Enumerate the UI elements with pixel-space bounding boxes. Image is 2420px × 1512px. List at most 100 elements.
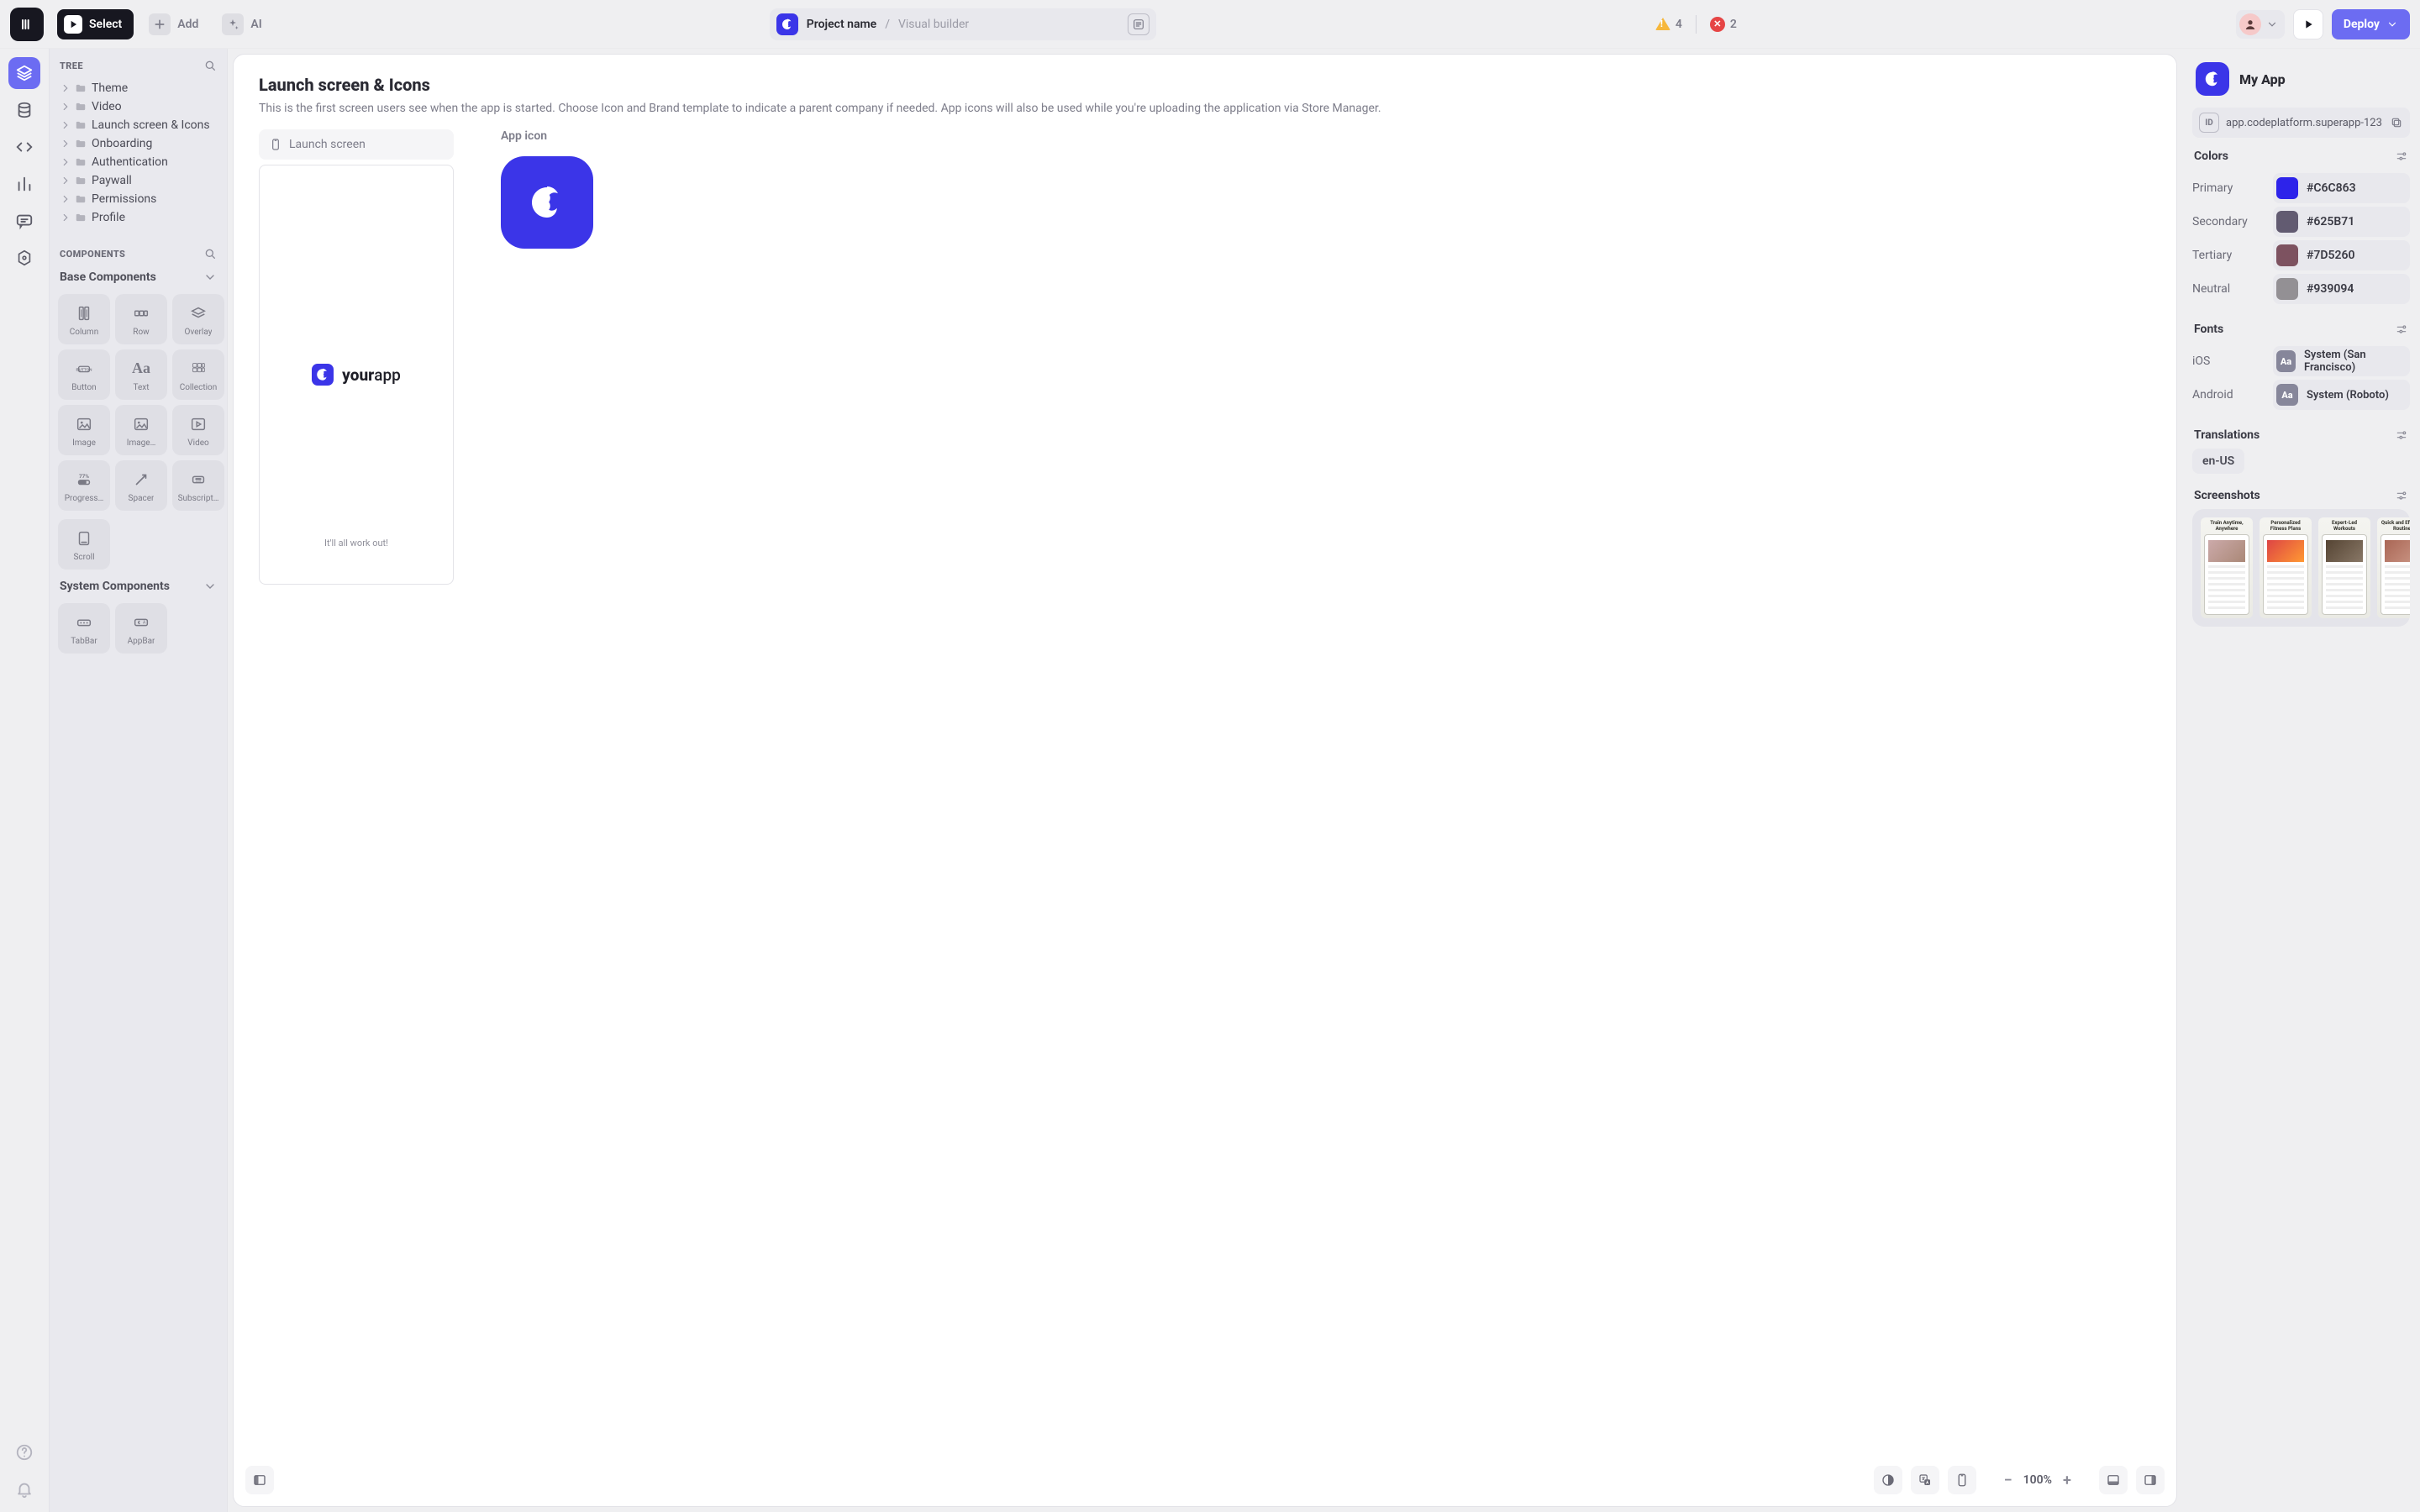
comp-subscription[interactable]: Subscript… xyxy=(172,460,224,511)
search-icon[interactable] xyxy=(203,59,217,72)
font-badge: Aa xyxy=(2276,384,2298,406)
artboard-label-text: Launch screen xyxy=(289,138,366,151)
nav-code[interactable] xyxy=(8,131,40,163)
tree-item-video[interactable]: Video xyxy=(55,97,222,116)
theme-toggle[interactable] xyxy=(1874,1466,1902,1494)
sliders-icon[interactable] xyxy=(2395,150,2408,163)
account-menu[interactable] xyxy=(2236,10,2285,39)
zoom-in[interactable]: + xyxy=(2060,1472,2074,1489)
canvas-area: Launch screen & Icons This is the first … xyxy=(228,49,2182,1512)
tree-item-permissions[interactable]: Permissions xyxy=(55,190,222,208)
comp-row[interactable]: Row xyxy=(115,294,167,344)
tree-item-auth[interactable]: Authentication xyxy=(55,153,222,171)
left-panel-toggle[interactable] xyxy=(245,1466,274,1494)
comp-tabbar[interactable]: TabBar xyxy=(58,603,110,654)
app-logo[interactable] xyxy=(10,8,44,41)
screenshot-3[interactable]: Expert-Led Workouts xyxy=(2318,517,2370,618)
comp-appbar[interactable]: AppBar xyxy=(115,603,167,654)
base-components-header[interactable]: Base Components xyxy=(50,265,227,289)
fonts-header: Fonts xyxy=(2194,323,2223,336)
launch-preview[interactable]: yourapp It'll all work out! xyxy=(259,165,454,585)
copy-id[interactable] xyxy=(2390,116,2403,129)
errors-count: 2 xyxy=(1730,18,1737,31)
chevron-down-icon xyxy=(203,580,217,593)
list-icon[interactable] xyxy=(1128,13,1150,35)
tool-add[interactable]: Add xyxy=(140,9,207,39)
deploy-button[interactable]: Deploy xyxy=(2332,9,2410,39)
bottom-panel-toggle[interactable] xyxy=(2099,1466,2128,1494)
color-neutral-value[interactable]: #939094 xyxy=(2273,274,2410,304)
artboard-label[interactable]: Launch screen xyxy=(259,129,454,160)
language-toggle[interactable] xyxy=(1911,1466,1939,1494)
tree-header: TREE xyxy=(50,49,227,77)
warnings-indicator[interactable]: 4 xyxy=(1655,18,1682,31)
comp-video[interactable]: Video xyxy=(172,405,224,455)
system-components-header[interactable]: System Components xyxy=(50,575,227,598)
comp-collection[interactable]: Collection xyxy=(172,349,224,400)
screenshots-strip[interactable]: Train Anytime, Anywhere Personalized Fit… xyxy=(2192,509,2410,627)
crumb-sep: / xyxy=(885,18,890,31)
translation-tag[interactable]: en-US xyxy=(2192,449,2244,474)
nav-help[interactable] xyxy=(8,1436,40,1468)
nav-settings[interactable] xyxy=(8,242,40,274)
font-ios-value[interactable]: AaSystem (San Francisco) xyxy=(2273,346,2410,376)
preview-button[interactable] xyxy=(2293,9,2323,39)
topbar: Select Add AI Project name / Visual buil… xyxy=(0,0,2420,49)
tool-select[interactable]: Select xyxy=(57,9,134,39)
nav-messages[interactable] xyxy=(8,205,40,237)
tree-item-paywall[interactable]: Paywall xyxy=(55,171,222,190)
nav-data[interactable] xyxy=(8,94,40,126)
sliders-icon[interactable] xyxy=(2395,323,2408,336)
screenshot-4[interactable]: Quick and Effective Routines xyxy=(2377,517,2410,618)
comp-progress[interactable]: Progress… xyxy=(58,460,110,511)
zoom-control: − 100% + xyxy=(2002,1472,2074,1489)
zoom-out[interactable]: − xyxy=(2002,1472,2015,1489)
tree-item-profile[interactable]: Profile xyxy=(55,208,222,227)
screenshot-1[interactable]: Train Anytime, Anywhere xyxy=(2201,517,2253,618)
page-description: This is the first screen users see when … xyxy=(259,100,2151,118)
device-toggle[interactable] xyxy=(1948,1466,1976,1494)
errors-indicator[interactable]: ✕ 2 xyxy=(1710,17,1737,32)
nav-notifications[interactable] xyxy=(8,1473,40,1505)
canvas-header: Launch screen & Icons This is the first … xyxy=(234,55,2176,126)
color-primary-value[interactable]: #C6C863 xyxy=(2273,173,2410,203)
screenshot-thumb xyxy=(2204,534,2249,615)
comp-scroll[interactable]: Scroll xyxy=(58,519,110,570)
breadcrumb-bar[interactable]: Project name / Visual builder xyxy=(770,8,1156,40)
comp-overlay[interactable]: Overlay xyxy=(172,294,224,344)
screenshot-2[interactable]: Personalized Fitness Plans xyxy=(2260,517,2312,618)
warning-icon xyxy=(1655,18,1670,30)
comp-image[interactable]: Image xyxy=(58,405,110,455)
system-components-grid: TabBar AppBar xyxy=(50,598,227,667)
search-icon[interactable] xyxy=(203,247,217,260)
phone-icon xyxy=(269,138,282,151)
color-secondary-value[interactable]: #625B71 xyxy=(2273,207,2410,237)
sliders-icon[interactable] xyxy=(2395,489,2408,502)
chevron-down-icon xyxy=(2386,18,2398,30)
tree-item-launch[interactable]: Launch screen & Icons xyxy=(55,116,222,134)
font-android-value[interactable]: AaSystem (Roboto) xyxy=(2273,380,2410,410)
right-panel-toggle[interactable] xyxy=(2136,1466,2165,1494)
divider xyxy=(1696,15,1697,34)
color-tertiary-value[interactable]: #7D5260 xyxy=(2273,240,2410,270)
screenshot-thumb xyxy=(2263,534,2308,615)
chevron-down-icon xyxy=(2266,18,2278,30)
properties-panel: My App ID app.codeplatform.superapp-123 … xyxy=(2182,49,2420,1512)
tree-item-onboarding[interactable]: Onboarding xyxy=(55,134,222,153)
nav-layers[interactable] xyxy=(8,57,40,89)
comp-image-ext[interactable]: Image… xyxy=(115,405,167,455)
comp-column[interactable]: Column xyxy=(58,294,110,344)
tool-ai[interactable]: AI xyxy=(213,9,270,39)
color-swatch xyxy=(2276,244,2298,266)
tool-select-label: Select xyxy=(89,18,122,31)
nav-analytics[interactable] xyxy=(8,168,40,200)
color-tertiary: Tertiary#7D5260 xyxy=(2192,240,2410,270)
app-icon-preview[interactable] xyxy=(501,156,593,249)
comp-text[interactable]: AaText xyxy=(115,349,167,400)
page-title: Launch screen & Icons xyxy=(259,75,2151,95)
comp-spacer[interactable]: Spacer xyxy=(115,460,167,511)
color-swatch xyxy=(2276,278,2298,300)
comp-button[interactable]: Button xyxy=(58,349,110,400)
sliders-icon[interactable] xyxy=(2395,428,2408,442)
tree-item-theme[interactable]: Theme xyxy=(55,79,222,97)
